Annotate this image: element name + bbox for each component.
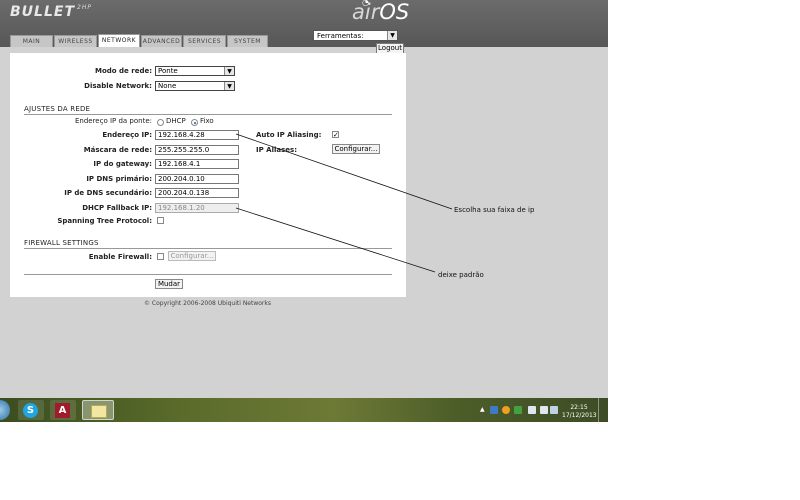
- airos-window: BULLET 2HP ◔ airOS Ferramentas: ▼ MAIN WIRE…: [0, 0, 608, 422]
- security-tray-icon[interactable]: [514, 406, 522, 414]
- annotation-ip-range: Escolha sua faixa de ip: [454, 206, 535, 214]
- action-center-icon[interactable]: [528, 406, 536, 414]
- folder-icon: [91, 405, 107, 418]
- copyright-text: © Copyright 2006-2008 Ubiquiti Networks: [144, 300, 271, 307]
- taskbar-active-window[interactable]: [82, 400, 114, 420]
- skype-icon: S: [23, 403, 38, 418]
- annotation-default: deixe padrão: [438, 271, 484, 279]
- network-tray-icon[interactable]: [490, 406, 498, 414]
- taskbar-skype[interactable]: S: [18, 400, 44, 420]
- annotation-arrow-ip-range: [235, 133, 453, 210]
- annotation-lines: [235, 133, 453, 273]
- volume-icon[interactable]: [540, 406, 548, 414]
- access-icon: A: [55, 403, 70, 418]
- windows-taskbar: S A ▲: [0, 398, 608, 422]
- network-signal-icon[interactable]: [550, 406, 558, 414]
- app-tray-icon[interactable]: [502, 406, 510, 414]
- taskbar-clock[interactable]: 22:15 17/12/2013: [562, 404, 597, 420]
- clock-time: 22:15: [570, 404, 588, 411]
- annotation-arrow-default: [235, 207, 436, 273]
- show-hidden-icons-icon[interactable]: ▲: [480, 406, 488, 414]
- show-desktop-button[interactable]: [598, 398, 608, 422]
- start-button[interactable]: [0, 400, 10, 420]
- taskbar-access[interactable]: A: [50, 400, 76, 420]
- clock-date: 17/12/2013: [562, 412, 597, 419]
